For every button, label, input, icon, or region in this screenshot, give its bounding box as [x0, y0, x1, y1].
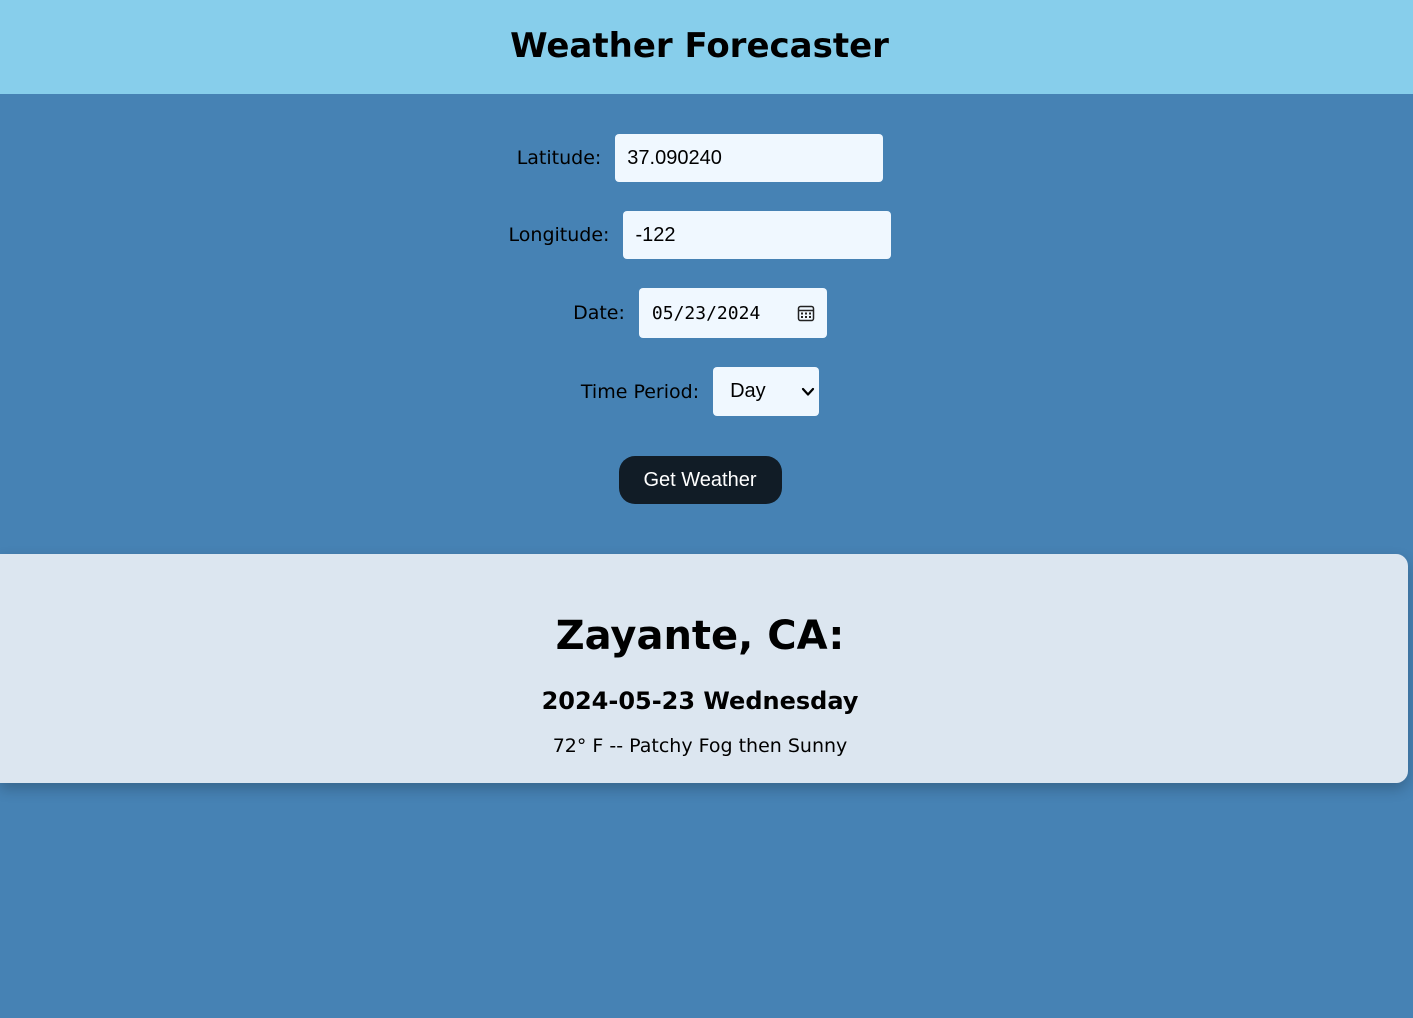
longitude-row: Longitude:: [0, 211, 1400, 259]
period-label: Time Period:: [580, 380, 700, 403]
submit-row: Get Weather: [0, 456, 1400, 504]
get-weather-button[interactable]: Get Weather: [618, 456, 782, 504]
period-selected-value: Day: [730, 380, 766, 402]
app-header: Weather Forecaster: [0, 0, 1413, 94]
forecast-text: 72° F -- Patchy Fog then Sunny: [552, 735, 848, 757]
latitude-row: Latitude:: [0, 134, 1400, 182]
date-input[interactable]: 05/23/2024: [638, 288, 827, 338]
forecast-card: Zayante, CA: 2024-05-23 Wednesday 72° F …: [0, 554, 1408, 783]
latitude-label: Latitude:: [516, 147, 602, 169]
forecast-date: 2024-05-23 Wednesday: [541, 687, 859, 715]
page-title: Weather Forecaster: [510, 26, 889, 66]
date-label: Date:: [573, 302, 625, 324]
calendar-icon[interactable]: [797, 304, 815, 322]
period-row: Time Period: Day: [0, 367, 1400, 416]
location-title: Zayante, CA:: [555, 613, 845, 659]
longitude-input[interactable]: [623, 211, 892, 259]
latitude-input[interactable]: [615, 134, 884, 182]
longitude-label: Longitude:: [508, 224, 610, 246]
period-select[interactable]: Day: [713, 367, 820, 416]
date-row: Date: 05/23/2024: [0, 288, 1400, 338]
date-value: 05/23/2024: [651, 302, 761, 324]
chevron-down-icon: [801, 387, 815, 396]
